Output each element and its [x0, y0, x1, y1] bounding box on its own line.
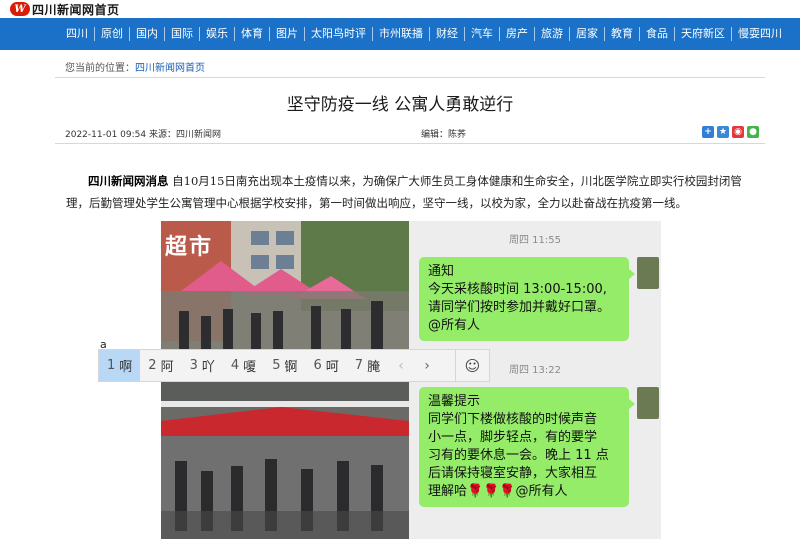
nav-item[interactable]: 房产 [499, 27, 534, 41]
ime-candidate-text: 腌 [367, 360, 381, 375]
ime-prev-page-icon[interactable]: ‹ [388, 350, 414, 381]
nav-item[interactable]: 汽车 [464, 27, 499, 41]
ime-candidate-text: 吖 [201, 360, 215, 375]
ime-candidate[interactable]: 1啊 [99, 350, 141, 381]
breadcrumb-home-link[interactable]: 四川新闻网首页 [135, 59, 205, 74]
top-bar: W 四川新闻网首页 [0, 0, 800, 18]
chat-line: 后请保持寝室安静，大家相互 [428, 466, 598, 481]
nav-item[interactable]: 原创 [94, 27, 129, 41]
chat-bubble-reminder: 温馨提示 同学们下楼做核酸的时候声音 小一点，脚步轻点，有的要学 习有的要休息一… [419, 387, 635, 507]
nav-item[interactable]: 国际 [164, 27, 199, 41]
article-body: 四川新闻网消息 自10月15日南充出现本土疫情以来，为确保广大师生员工身体健康和… [66, 170, 746, 214]
nav-item[interactable]: 旅游 [534, 27, 569, 41]
share-plus-icon[interactable]: + [702, 126, 714, 138]
chat-time-1: 周四 11:55 [509, 235, 561, 246]
nav-item[interactable]: 图片 [269, 27, 304, 41]
chat-line: @所有人 [428, 318, 481, 333]
ime-candidate-number: 1 [107, 358, 116, 373]
ime-candidate-number: 5 [272, 358, 281, 373]
chat-line: 同学们下楼做核酸的时候声音 [428, 412, 598, 427]
article-source-tag: 四川新闻网消息 [88, 174, 169, 188]
logo-text: 四川新闻网首页 [32, 2, 120, 17]
ime-candidate-number: 7 [354, 358, 364, 373]
ime-candidate-text: 啊 [119, 360, 133, 375]
ime-candidate[interactable]: 4嗄 [223, 350, 264, 381]
nav-list: 四川 原创 国内 国际 娱乐 体育 图片 太阳鸟时评 市州联播 财经 汽车 房产 旅游 居家 教育 食品 天府新… [60, 18, 788, 50]
avatar [637, 387, 659, 419]
nav-item[interactable]: 财经 [429, 27, 464, 41]
logo-mark-icon: W [10, 2, 30, 16]
chat-line: 请同学们按时参加并戴好口罩。 [428, 300, 611, 315]
chat-bubble-notice: 通知 今天采核酸时间 13:00-15:00, 请同学们按时参加并戴好口罩。 @… [419, 257, 635, 341]
nav-item[interactable]: 食品 [639, 27, 674, 41]
supermarket-sign: 超市 [165, 235, 214, 260]
ime-candidate[interactable]: 7腌 [347, 350, 388, 381]
ime-candidate-bar: 1啊2阿3吖4嗄5锕6呵7腌 ‹ › ☺ [98, 349, 490, 382]
site-logo[interactable]: W 四川新闻网首页 [10, 1, 120, 17]
weibo-icon[interactable]: ◉ [732, 126, 744, 138]
ime-candidate-text: 锕 [284, 360, 298, 375]
nav-item[interactable]: 居家 [569, 27, 604, 41]
nav-item[interactable]: 太阳鸟时评 [304, 27, 372, 41]
nav-item[interactable]: 天府新区 [674, 27, 731, 41]
chat-line: 温馨提示 [428, 394, 481, 409]
ime-candidate[interactable]: 2阿 [140, 350, 181, 381]
ime-candidate-number: 3 [189, 358, 198, 373]
wechat-icon[interactable]: ● [747, 126, 759, 138]
chat-line: 通知 [428, 264, 455, 279]
ime-candidate[interactable]: 6呵 [305, 350, 346, 381]
ime-candidate[interactable]: 3吖 [182, 350, 223, 381]
nav-item[interactable]: 市州联播 [372, 27, 429, 41]
ime-candidate-number: 6 [313, 358, 322, 373]
article-title: 坚守防疫一线 公寓人勇敢逆行 [286, 95, 514, 115]
ime-candidate-number: 4 [230, 358, 240, 373]
share-buttons: + ★ ◉ ● [699, 126, 759, 138]
article-meta: 2022-11-01 09:54 来源：四川新闻网 编辑：陈荞 + ★ ◉ ● [55, 122, 765, 144]
nav-item[interactable]: 体育 [234, 27, 269, 41]
ime-next-page-icon[interactable]: › [414, 350, 440, 381]
article-editor: 编辑：陈荞 [421, 130, 467, 140]
main-nav: 四川 原创 国内 国际 娱乐 体育 图片 太阳鸟时评 市州联播 财经 汽车 房产 旅游 居家 教育 食品 天府新… [0, 18, 800, 50]
chat-line: 今天采核酸时间 13:00-15:00, [428, 282, 607, 297]
breadcrumb-label: 您当前的位置： [65, 63, 135, 74]
nav-item[interactable]: 教育 [604, 27, 639, 41]
qzone-icon[interactable]: ★ [717, 126, 729, 138]
ime-candidate-text: 阿 [160, 360, 174, 375]
chat-line: 习有的要休息一会。晚上 11 点 [428, 448, 609, 463]
ime-candidate-number: 2 [148, 358, 157, 373]
breadcrumb: 您当前的位置： 四川新闻网首页 [55, 54, 765, 78]
chat-line: 理解哈🌹🌹🌹@所有人 [428, 484, 568, 499]
ime-candidate-list: 1啊2阿3吖4嗄5锕6呵7腌 [99, 350, 388, 381]
ime-candidate-text: 嗄 [243, 360, 257, 375]
nav-item[interactable]: 四川 [60, 27, 94, 41]
ime-candidate-text: 呵 [325, 360, 339, 375]
nav-item[interactable]: 国内 [129, 27, 164, 41]
ime-emoji-icon[interactable]: ☺ [455, 350, 489, 381]
nav-item[interactable]: 慢耍四川 [731, 27, 788, 41]
nav-item[interactable]: 娱乐 [199, 27, 234, 41]
chat-line: 小一点，脚步轻点，有的要学 [428, 430, 598, 445]
article-date-source: 2022-11-01 09:54 来源：四川新闻网 [65, 130, 221, 140]
avatar [637, 257, 659, 289]
ime-candidate[interactable]: 5锕 [264, 350, 305, 381]
